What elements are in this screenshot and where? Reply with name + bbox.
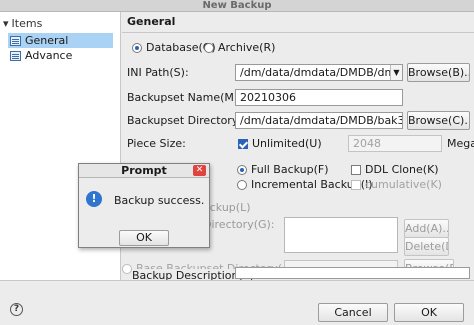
- sidebar-item-general[interactable]: General: [8, 33, 113, 48]
- checkbox-label: cumulative(K): [365, 178, 442, 191]
- help-icon[interactable]: ?: [10, 303, 23, 316]
- browse-ini-button[interactable]: Browse(B)...: [407, 63, 470, 82]
- prompt-dialog: Prompt ✕ ! Backup success. OK: [78, 163, 210, 248]
- ddl-clone-checkbox[interactable]: DDL Clone(K): [351, 163, 439, 176]
- piece-size-input[interactable]: 2048: [348, 135, 442, 152]
- close-icon[interactable]: ✕: [193, 165, 206, 176]
- piece-size-label: Piece Size:: [127, 137, 186, 150]
- tree-root[interactable]: ▾ Items: [3, 16, 42, 30]
- sidebar-item-label: Advance: [25, 49, 73, 62]
- footer: ? Cancel OK: [0, 280, 474, 325]
- checkbox-checked-icon: [238, 138, 248, 149]
- checkbox-label: Unlimited(U): [252, 137, 322, 150]
- dialog-title: Prompt: [79, 164, 209, 178]
- directory-label: Directory(G):: [203, 218, 275, 231]
- piece-size-unit: Mega: [447, 137, 474, 150]
- dialog-message: Backup success.: [114, 194, 205, 207]
- browse-dir-button[interactable]: Browse(C)...: [407, 111, 470, 130]
- delete-button[interactable]: Delete(D): [404, 237, 449, 256]
- backupset-name-label: Backupset Name(M):: [127, 91, 242, 104]
- archive-radio[interactable]: Archive(R): [204, 41, 275, 54]
- page-icon: [10, 35, 21, 46]
- divider: [122, 32, 474, 33]
- add-button[interactable]: Add(A)...: [404, 219, 449, 238]
- sidebar-item-advance[interactable]: Advance: [8, 48, 113, 63]
- checkbox-unchecked-icon: [351, 179, 361, 190]
- backup-option-label: ackup(L): [203, 201, 251, 214]
- backupset-name-input[interactable]: 20210306: [235, 89, 403, 106]
- ini-path-combo[interactable]: /dm/data/dmdata/DMDB/dm.ini ▼: [235, 64, 403, 81]
- radio-unchecked-icon: [122, 263, 132, 274]
- unlimited-checkbox[interactable]: Unlimited(U): [238, 137, 322, 150]
- cumulative-checkbox[interactable]: cumulative(K): [351, 178, 442, 191]
- sidebar-item-label: General: [25, 34, 69, 47]
- radio-unchecked-icon: [204, 42, 214, 53]
- ini-path-label: INI Path(S):: [127, 66, 189, 79]
- cancel-button[interactable]: Cancel: [318, 303, 388, 322]
- radio-checked-icon: [237, 164, 247, 175]
- info-icon: !: [86, 191, 102, 207]
- backupset-dir-input[interactable]: /dm/data/dmdata/DMDB/bak3: [235, 112, 403, 129]
- dialog-ok-button[interactable]: OK: [119, 230, 169, 246]
- collapse-arrow-icon[interactable]: ▾: [3, 17, 9, 30]
- checkbox-unchecked-icon: [351, 164, 361, 175]
- directory-list[interactable]: [284, 217, 398, 253]
- chevron-down-icon[interactable]: ▼: [390, 65, 402, 80]
- tree-root-label: Items: [11, 16, 43, 30]
- full-backup-radio[interactable]: Full Backup(F): [237, 163, 329, 176]
- radio-checked-icon: [132, 42, 142, 53]
- radio-label: Archive(R): [218, 41, 276, 54]
- page-icon: [10, 50, 21, 61]
- section-title: General: [127, 15, 176, 28]
- ini-path-value: /dm/data/dmdata/DMDB/dm.ini: [240, 66, 403, 79]
- radio-label: Full Backup(F): [251, 163, 329, 176]
- ok-button[interactable]: OK: [394, 303, 464, 322]
- backup-description-input[interactable]: [235, 267, 470, 279]
- checkbox-label: DDL Clone(K): [365, 163, 439, 176]
- window-title: New Backup: [0, 0, 474, 12]
- radio-unchecked-icon: [237, 179, 247, 190]
